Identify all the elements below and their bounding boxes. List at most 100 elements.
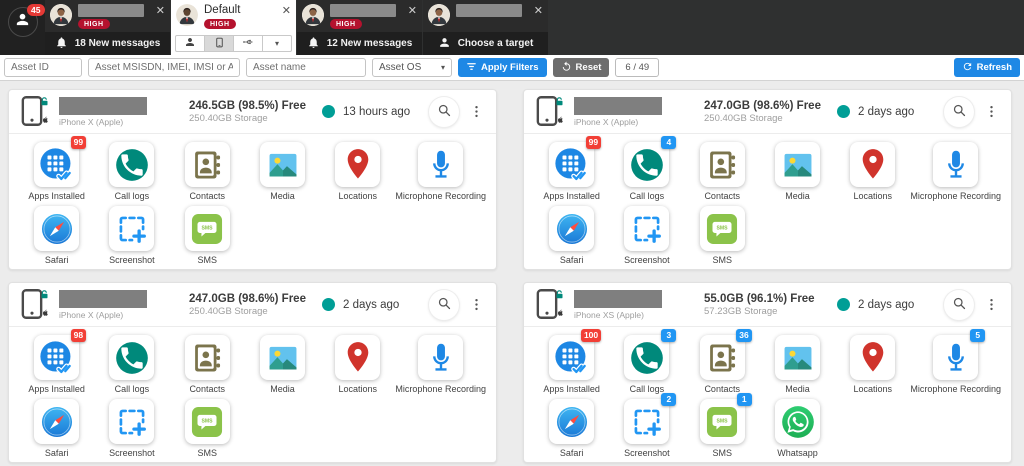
tab-default[interactable]: Default HIGH ✕ ▾ (171, 0, 296, 55)
feature-contacts[interactable]: Contacts (170, 142, 245, 201)
feature-microphone-recording[interactable]: Microphone Recording (395, 335, 486, 394)
search-button[interactable] (944, 290, 974, 320)
feature-call-logs[interactable]: Call logs (94, 335, 169, 394)
last-seen-label: 13 hours ago (343, 106, 410, 118)
close-icon[interactable]: ✕ (534, 4, 543, 17)
feature-label: Media (270, 384, 295, 394)
feature-screenshot[interactable]: Screenshot (609, 206, 684, 265)
kebab-menu-icon[interactable] (469, 104, 484, 119)
target-device-button[interactable] (205, 35, 234, 52)
redacted-target-name (330, 4, 396, 17)
target-tabs: HIGH ✕ 18 New messages Default HIGH ✕ (45, 0, 549, 55)
feature-media[interactable]: Media (245, 142, 320, 201)
feature-locations[interactable]: Locations (835, 335, 910, 394)
smartphone-icon (536, 95, 566, 129)
feature-call-logs[interactable]: 3 Call logs (609, 335, 684, 394)
feature-grid: 99 Apps Installed 4 Call logs Contacts M… (524, 134, 1011, 269)
person-icon (438, 36, 451, 52)
asset-os-label: Asset OS (379, 62, 421, 73)
asset-os-select[interactable]: Asset OS ▾ (372, 58, 452, 77)
asset-msisdn-input[interactable] (88, 58, 240, 77)
feature-contacts[interactable]: Contacts (685, 142, 760, 201)
bell-icon (55, 36, 68, 52)
kebab-menu-icon[interactable] (984, 104, 999, 119)
feature-contacts[interactable]: 36 Contacts (685, 335, 760, 394)
safari-icon (549, 206, 594, 251)
search-button[interactable] (429, 290, 459, 320)
storage-total-label: 250.40GB Storage (189, 306, 314, 317)
search-button[interactable] (944, 97, 974, 127)
mic-icon (418, 335, 463, 380)
redacted-device-name (59, 290, 147, 308)
feature-sms[interactable]: SMS SMS (685, 206, 760, 265)
feature-apps-installed[interactable]: 100 Apps Installed (534, 335, 609, 394)
close-icon[interactable]: ✕ (408, 4, 417, 17)
feature-safari[interactable]: Safari (534, 206, 609, 265)
feature-safari[interactable]: Safari (534, 399, 609, 458)
feature-label: Screenshot (624, 255, 670, 265)
tab-target-1[interactable]: HIGH ✕ 18 New messages (45, 0, 170, 55)
sms-icon: SMS (700, 206, 745, 251)
close-icon[interactable]: ✕ (156, 4, 165, 17)
feature-sms[interactable]: SMS SMS (170, 206, 245, 265)
feature-locations[interactable]: Locations (320, 335, 395, 394)
feature-label: Media (785, 191, 810, 201)
apply-filters-button[interactable]: Apply Filters (458, 58, 547, 77)
kebab-menu-icon[interactable] (469, 297, 484, 312)
feature-media[interactable]: Media (760, 335, 835, 394)
feature-call-logs[interactable]: 4 Call logs (609, 142, 684, 201)
filter-bar: Asset OS ▾ Apply Filters Reset 6 / 49 Re… (0, 55, 1024, 81)
feature-contacts[interactable]: Contacts (170, 335, 245, 394)
feature-label: Screenshot (109, 255, 155, 265)
target-usb-button[interactable] (234, 35, 263, 52)
feature-label: Microphone Recording (910, 384, 1001, 394)
jailbreak-icon (40, 93, 49, 111)
feature-screenshot[interactable]: Screenshot (94, 206, 169, 265)
count-badge: 36 (736, 329, 751, 342)
user-menu-button[interactable]: 45 (8, 7, 38, 37)
asset-name-input[interactable] (246, 58, 366, 77)
feature-microphone-recording[interactable]: 5 Microphone Recording (910, 335, 1001, 394)
online-status-dot (322, 105, 335, 118)
close-icon[interactable]: ✕ (282, 4, 291, 17)
svg-text:SMS: SMS (717, 418, 729, 424)
feature-safari[interactable]: Safari (19, 206, 94, 265)
reset-icon (561, 61, 572, 75)
feature-whatsapp[interactable]: Whatsapp (760, 399, 835, 458)
feature-sms[interactable]: SMS1 SMS (685, 399, 760, 458)
feature-safari[interactable]: Safari (19, 399, 94, 458)
feature-apps-installed[interactable]: 99 Apps Installed (534, 142, 609, 201)
feature-microphone-recording[interactable]: Microphone Recording (910, 142, 1001, 201)
svg-text:SMS: SMS (202, 225, 214, 231)
reset-button[interactable]: Reset (553, 58, 610, 77)
refresh-button[interactable]: Refresh (954, 58, 1020, 77)
online-status-dot (322, 298, 335, 311)
feature-locations[interactable]: Locations (320, 142, 395, 201)
target-more-button[interactable]: ▾ (263, 35, 292, 52)
feature-media[interactable]: Media (245, 335, 320, 394)
feature-sms[interactable]: SMS SMS (170, 399, 245, 458)
redacted-target-name (456, 4, 522, 17)
feature-screenshot[interactable]: Screenshot (94, 399, 169, 458)
tab-status-label: Choose a target (458, 38, 534, 49)
device-card: iPhone X (Apple) 246.5GB (98.5%) Free 25… (8, 89, 497, 270)
feature-call-logs[interactable]: Call logs (94, 142, 169, 201)
target-person-button[interactable] (175, 35, 205, 52)
device-model-label: iPhone X (Apple) (574, 117, 704, 127)
storage-free-label: 55.0GB (96.1%) Free (704, 293, 829, 305)
tab-target-4[interactable]: ✕ Choose a target (423, 0, 548, 55)
feature-locations[interactable]: Locations (835, 142, 910, 201)
feature-apps-installed[interactable]: 98 Apps Installed (19, 335, 94, 394)
last-seen-label: 2 days ago (858, 299, 914, 311)
search-button[interactable] (429, 97, 459, 127)
top-bar: 45 HIGH ✕ 18 New messages (0, 0, 1024, 55)
user-menu-rail: 45 (0, 0, 45, 55)
feature-screenshot[interactable]: 2 Screenshot (609, 399, 684, 458)
kebab-menu-icon[interactable] (984, 297, 999, 312)
asset-id-input[interactable] (4, 58, 82, 77)
feature-label: Apps Installed (543, 384, 600, 394)
tab-target-3[interactable]: HIGH ✕ 12 New messages (297, 0, 422, 55)
feature-microphone-recording[interactable]: Microphone Recording (395, 142, 486, 201)
feature-media[interactable]: Media (760, 142, 835, 201)
feature-apps-installed[interactable]: 99 Apps Installed (19, 142, 94, 201)
